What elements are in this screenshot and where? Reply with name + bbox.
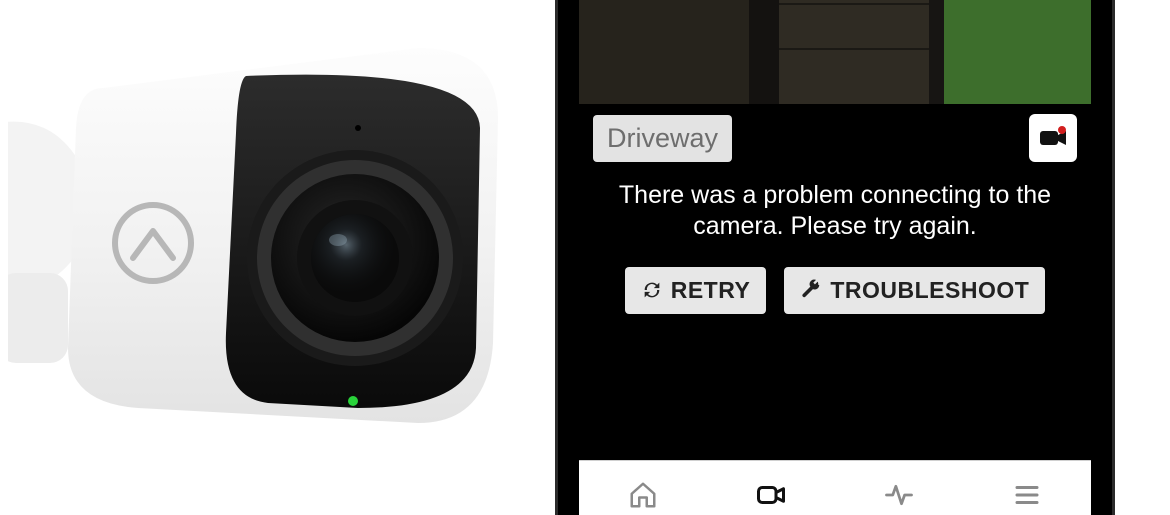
tab-more-label: More xyxy=(1002,512,1052,515)
camcorder-icon xyxy=(1037,122,1069,154)
tab-video-label: Video xyxy=(741,512,801,515)
record-button[interactable] xyxy=(1029,114,1077,162)
tab-home-label: Home xyxy=(614,512,673,515)
home-icon xyxy=(626,480,660,510)
retry-button[interactable]: RETRY xyxy=(625,267,767,314)
wrench-icon xyxy=(800,279,822,301)
menu-icon xyxy=(1010,480,1044,510)
refresh-icon xyxy=(641,279,663,301)
video-icon xyxy=(754,480,788,510)
troubleshoot-label: TROUBLESHOOT xyxy=(830,277,1029,304)
retry-label: RETRY xyxy=(671,277,751,304)
phone-screen: Driveway There was a problem connecting … xyxy=(579,0,1091,515)
activity-icon xyxy=(882,480,916,510)
tab-more[interactable]: More xyxy=(963,461,1091,515)
tab-activity-label: Activity xyxy=(864,512,934,515)
phone-mockup: Driveway There was a problem connecting … xyxy=(555,0,1115,515)
tab-video[interactable]: Video xyxy=(707,461,835,515)
screen-spacer xyxy=(579,324,1091,461)
tab-activity[interactable]: Activity xyxy=(835,461,963,515)
product-camera-illustration xyxy=(8,8,528,448)
camera-stream-thumbnail xyxy=(579,0,1091,104)
connection-error-message: There was a problem connecting to the ca… xyxy=(579,162,1091,253)
tab-home[interactable]: Home xyxy=(579,461,707,515)
troubleshoot-button[interactable]: TROUBLESHOOT xyxy=(784,267,1045,314)
bottom-tab-bar: Home Video Activity xyxy=(579,460,1091,515)
camera-name-chip[interactable]: Driveway xyxy=(593,115,732,162)
